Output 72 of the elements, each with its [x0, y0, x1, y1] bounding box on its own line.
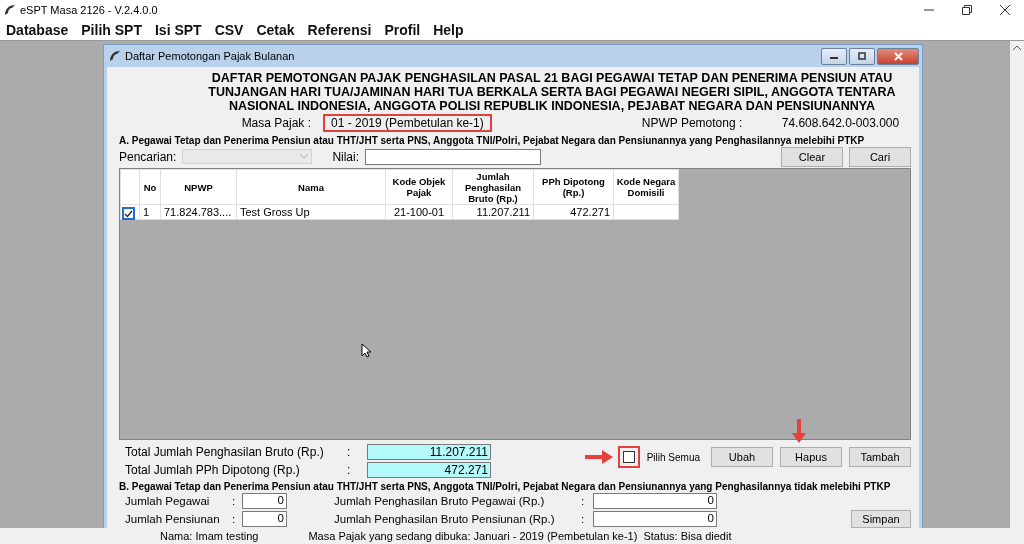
scroll-up-icon[interactable] — [1013, 45, 1021, 50]
colon: : — [581, 513, 586, 525]
menu-item[interactable]: Cetak — [256, 22, 295, 38]
menu-item[interactable]: Profil — [384, 22, 421, 38]
field-label: Jumlah Penghasilan Bruto Pensiunan (Rp.) — [334, 513, 556, 525]
highlighted-value: 01 - 2019 (Pembetulan ke-1) — [323, 114, 492, 133]
search-button[interactable]: Clear — [781, 146, 843, 167]
column-header[interactable]: NPWP — [160, 169, 237, 205]
number-field[interactable]: 0 — [242, 511, 287, 527]
field-label: Jumlah Pegawai — [125, 495, 211, 508]
minimize-icon[interactable] — [821, 47, 847, 65]
field-label: Jumlah Penghasilan Bruto Pegawai (Rp.) — [334, 495, 546, 508]
arrow-icon — [790, 418, 807, 445]
field-label: Pencarian: — [119, 149, 177, 164]
table-cell: 472.271 — [533, 204, 614, 220]
table-cell: 21-100-01 — [385, 204, 453, 220]
section-heading: B. Pegawai Tetap dan Penerima Pensiun atau THT/JHT serta PNS, Anggota TNI/Polri, Pejabat Negara dan Pensiunannya yang Penghasilannya tidak melebihi PTKP — [119, 481, 892, 493]
colon: : — [581, 495, 586, 508]
table-cell: 1 — [139, 204, 161, 220]
number-field[interactable]: 0 — [593, 511, 717, 527]
arrow-icon — [583, 449, 614, 466]
app-logo-icon — [4, 4, 16, 16]
column-header[interactable]: Kode Negara Domisili — [613, 169, 679, 205]
menu-item[interactable]: Help — [433, 22, 464, 38]
column-header[interactable]: PPh Dipotong (Rp.) — [533, 169, 614, 205]
save-button[interactable]: Simpan — [851, 510, 911, 528]
field-label: Masa Pajak : — [240, 116, 312, 131]
menu-item[interactable]: Database — [6, 22, 69, 38]
table-cell: Test Gross Up — [236, 204, 386, 220]
field-value: 74.608.642.0-003.000 — [781, 116, 900, 131]
select-all-checkbox[interactable] — [622, 451, 635, 464]
row-checkbox[interactable] — [123, 207, 134, 219]
total-label: Total Jumlah Penghasilan Bruto (Rp.) — [125, 445, 325, 460]
report-heading: DAFTAR PEMOTONGAN PAJAK PENGHASILAN PASAL 21 BAGI PEGAWAI TETAP DAN PENERIMA PENSIUN ATAU TUNJANGAN HARI TUA/JAMINAN HARI TUA BERKALA SERTA BAGI PEGAWAI NEGERI SIPIL, ANGGOTA TENTARA NASIONAL INDONESIA, ANGGOTA POLISI REPUBLIK INDONESIA, PEJABAT NEGARA DAN PENSIUNANNYA — [207, 70, 897, 113]
mouse-cursor-icon — [361, 343, 371, 359]
search-field[interactable] — [365, 148, 542, 165]
status-text: Status: Bisa diedit — [643, 530, 732, 542]
action-button[interactable]: Ubah — [711, 447, 773, 468]
column-header[interactable]: No — [139, 169, 161, 205]
field-label: NPWP Pemotong : — [641, 116, 744, 131]
colon: : — [232, 495, 237, 508]
menu-item[interactable]: Referensi — [307, 22, 372, 38]
action-button[interactable]: Tambah — [849, 447, 911, 468]
maximize-icon[interactable] — [849, 47, 875, 65]
table-cell: 71.824.783.... — [160, 204, 237, 220]
action-button[interactable]: Hapus — [780, 447, 842, 468]
scrollbar[interactable] — [1010, 41, 1024, 528]
dialog-title: Daftar Pemotongan Pajak Bulanan — [125, 50, 295, 62]
column-header[interactable]: Kode Objek Pajak — [385, 169, 453, 205]
column-header[interactable]: Nama — [236, 169, 386, 205]
menu-item[interactable]: CSV — [214, 22, 244, 38]
menu-item[interactable]: Pilih SPT — [81, 22, 142, 38]
app-logo-icon — [109, 50, 121, 62]
menu-item[interactable]: Isi SPT — [154, 22, 202, 38]
colon: : — [232, 513, 237, 525]
total-field: 472.271 — [367, 462, 491, 479]
table-cell: 11.207.211 — [452, 204, 534, 220]
field-label: Jumlah Pensiunan — [125, 513, 221, 525]
field-label: Nilai: — [332, 149, 360, 164]
app-title: eSPT Masa 2126 - V.2.4.0.0 — [20, 4, 158, 16]
status-text: Nama: Imam testing — [160, 530, 259, 542]
section-heading: A. Pegawai Tetap dan Penerima Pensiun atau THT/JHT serta PNS, Anggota TNI/Polri, Pejabat Negara dan Pensiunannya yang Penghasilannya melebihi PTKP — [119, 134, 866, 146]
number-field[interactable]: 0 — [242, 493, 287, 510]
column-header[interactable]: Jumlah Penghasilan Bruto (Rp.) — [452, 169, 534, 205]
total-label: Total Jumlah PPh Dipotong (Rp.) — [125, 463, 301, 478]
checkbox-label[interactable]: Pilih Semua — [646, 451, 700, 463]
total-field: 11.207.211 — [367, 444, 491, 461]
number-field[interactable]: 0 — [593, 493, 717, 510]
colon: : — [347, 463, 352, 478]
search-button[interactable]: Cari — [849, 146, 911, 167]
status-text: Masa Pajak yang sedang dibuka: Januari - 2019 (Pembetulan ke-1) — [308, 530, 638, 542]
colon: : — [347, 445, 352, 460]
